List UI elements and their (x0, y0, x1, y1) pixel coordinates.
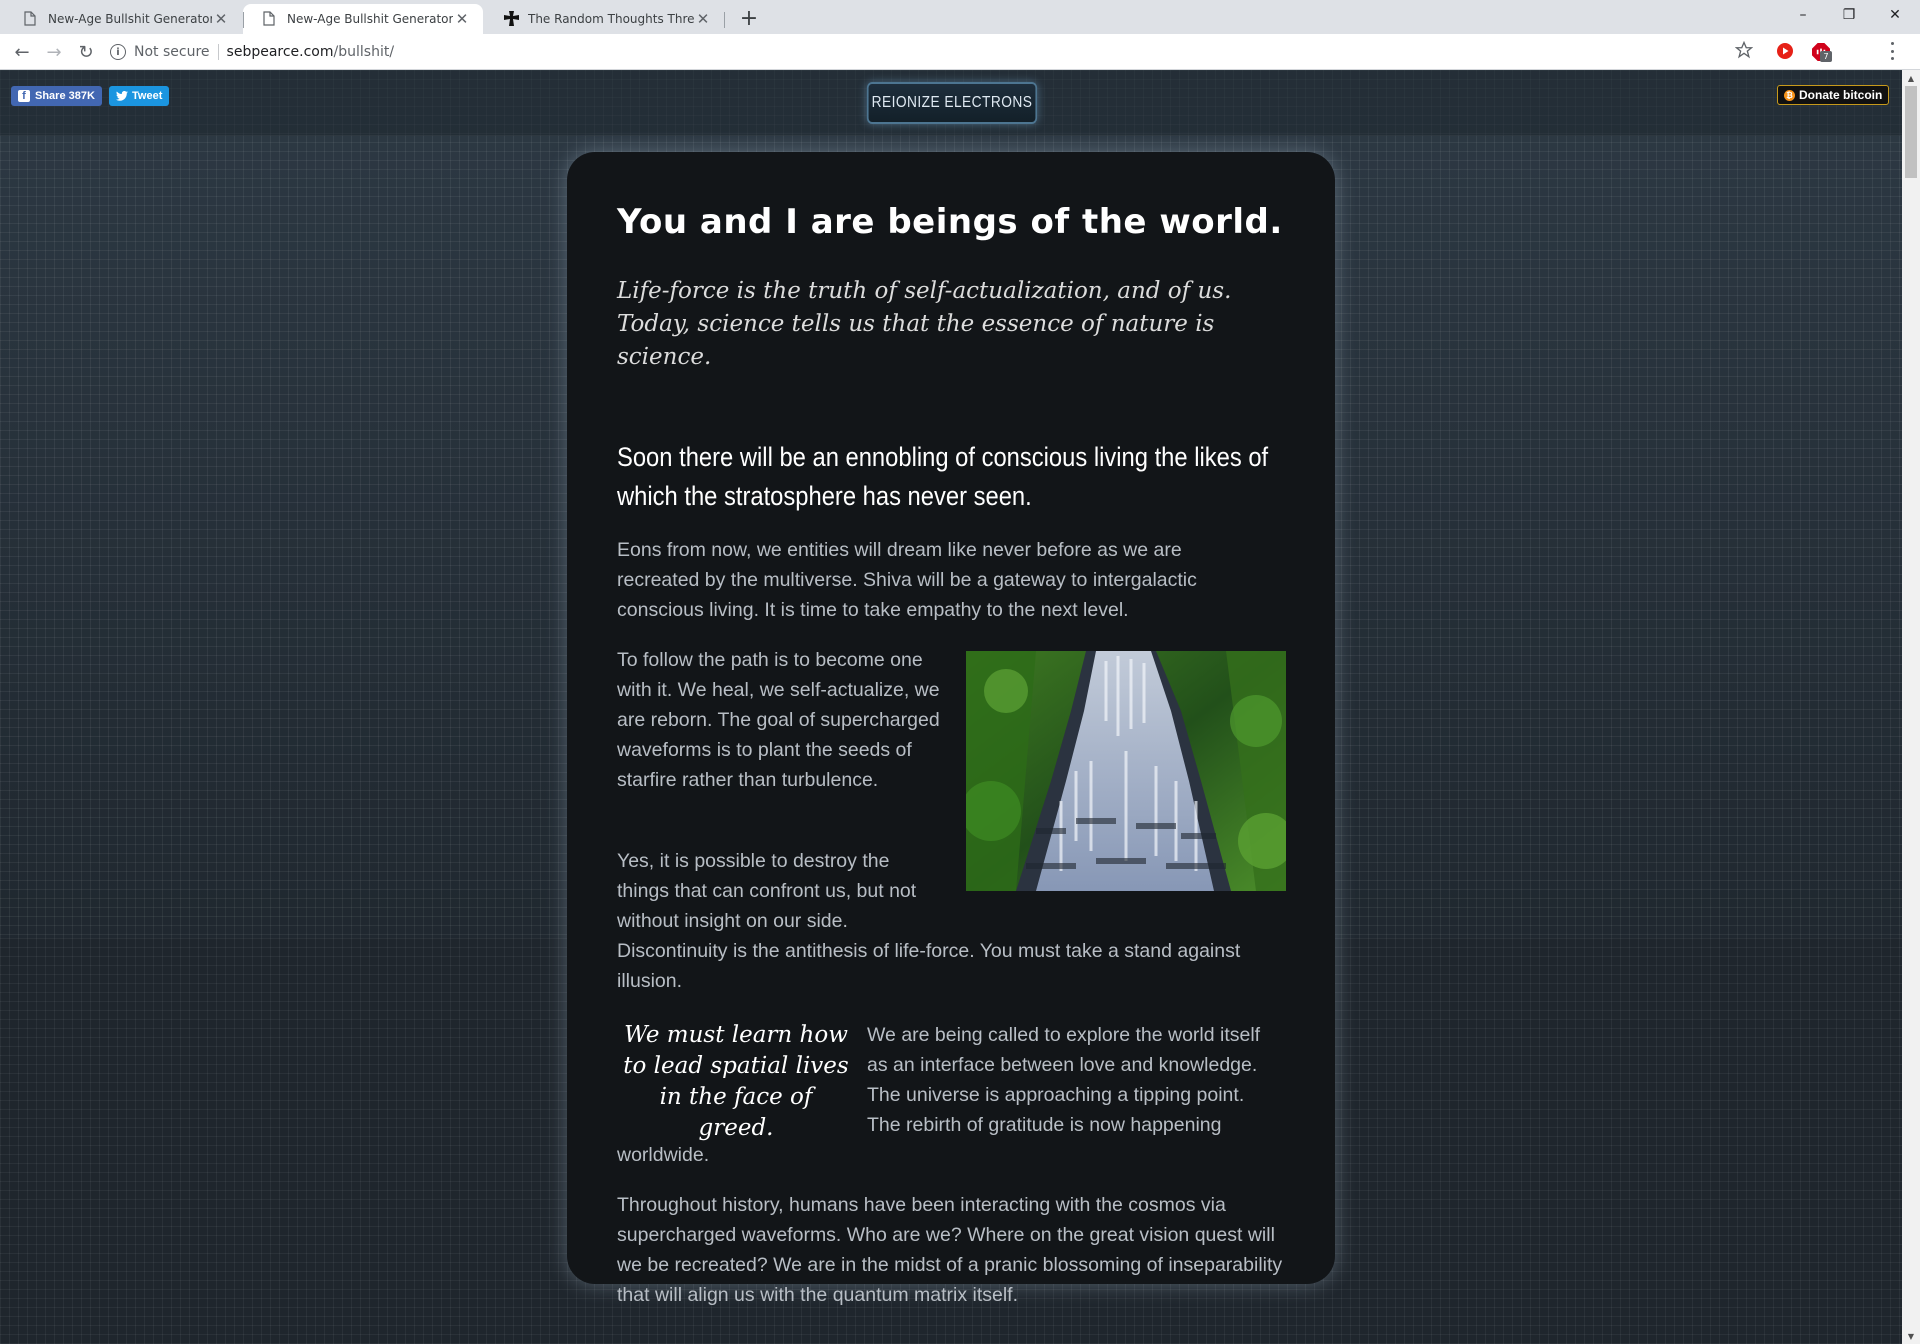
tab-title: The Random Thoughts Thread | F (528, 12, 694, 26)
browser-toolbar: ← → ↻ i Not secure sebpearce.com/bullshi… (0, 34, 1920, 70)
facebook-icon: f (18, 90, 30, 102)
donate-label: Donate bitcoin (1799, 88, 1883, 102)
paragraph-3: Yes, it is possible to destroy the thing… (617, 850, 917, 932)
tab-divider (724, 12, 725, 28)
iron-cross-icon (504, 11, 519, 27)
tab-1[interactable]: New-Age Bullshit Generator ✕ (4, 4, 242, 34)
close-tab-icon[interactable]: ✕ (453, 10, 471, 28)
paragraph-5: We are being called to explore the world… (867, 1024, 1261, 1136)
extension-badge: 7 (1820, 51, 1832, 62)
bitcoin-icon: ₿ (1784, 89, 1795, 101)
twitter-bird-icon (116, 91, 128, 101)
address-bar[interactable]: i Not secure sebpearce.com/bullshit/ (110, 38, 1770, 66)
article-subheading: Soon there will be an ennobling of consc… (617, 442, 1269, 511)
forward-button[interactable]: → (40, 38, 68, 66)
tweet-label: Tweet (132, 90, 163, 102)
close-tab-icon[interactable]: ✕ (694, 10, 712, 28)
security-label: Not secure (134, 44, 210, 60)
youtube-extension-icon[interactable] (1777, 43, 1793, 59)
info-icon[interactable]: i (110, 44, 126, 60)
article-card: You and I are beings of the world. Life-… (567, 152, 1335, 1306)
facebook-share-label: Share 387K (35, 90, 95, 102)
scroll-up-arrow-icon[interactable]: ▲ (1902, 70, 1920, 86)
restore-button[interactable]: ❐ (1826, 0, 1872, 30)
new-tab-button[interactable]: + (736, 5, 762, 31)
paragraph-5-tail: worldwide. (617, 1144, 710, 1166)
tab-3[interactable]: The Random Thoughts Thread | F ✕ (484, 4, 724, 34)
tweet-button[interactable]: Tweet (109, 86, 170, 106)
menu-kebab-icon[interactable] (1888, 42, 1896, 60)
close-tab-icon[interactable]: ✕ (212, 10, 230, 28)
reionize-electrons-button[interactable]: REIONIZE ELECTRONS (866, 82, 1038, 124)
donate-bitcoin-button[interactable]: ₿ Donate bitcoin (1777, 85, 1890, 105)
star-icon[interactable] (1735, 41, 1753, 59)
scroll-down-arrow-icon[interactable]: ▼ (1902, 1328, 1920, 1344)
close-window-button[interactable]: ✕ (1872, 0, 1918, 30)
paragraph-1: Eons from now, we entities will dream li… (617, 539, 1197, 621)
back-button[interactable]: ← (8, 38, 36, 66)
address-divider (217, 44, 219, 60)
paragraph-2: To follow the path is to become one with… (617, 649, 940, 791)
reload-button[interactable]: ↻ (72, 38, 100, 66)
tab-divider (243, 12, 244, 28)
article-lead: Life-force is the truth of self-actualiz… (617, 278, 1232, 370)
paragraph-4: Discontinuity is the antithesis of life-… (617, 940, 1241, 992)
tab-2[interactable]: New-Age Bullshit Generator ✕ (243, 4, 483, 34)
vertical-scrollbar[interactable]: ▲ ▼ (1902, 70, 1920, 1344)
url-host: sebpearce.com (226, 44, 334, 60)
tab-title: New-Age Bullshit Generator (287, 12, 453, 26)
facebook-share-button[interactable]: f Share 387K (11, 86, 102, 106)
paragraph-6: Throughout history, humans have been int… (617, 1194, 1283, 1306)
tab-title: New-Age Bullshit Generator (48, 12, 212, 26)
minimize-button[interactable]: – (1780, 0, 1826, 30)
url-path: /bullshit/ (333, 44, 395, 60)
tab-strip: New-Age Bullshit Generator ✕ New-Age Bul… (0, 0, 1920, 34)
page-viewport: f Share 387K Tweet REIONIZE ELECTRONS ₿ … (0, 70, 1902, 1344)
adblock-extension-icon[interactable]: 7 (1810, 42, 1832, 62)
pull-quote: We must learn how to lead spatial lives … (623, 1022, 849, 1141)
page-icon (24, 11, 38, 27)
scrollbar-thumb[interactable] (1905, 86, 1917, 178)
waterfall-image (966, 651, 1286, 891)
page-icon (263, 11, 277, 27)
article-heading: You and I are beings of the world. (617, 202, 1283, 242)
